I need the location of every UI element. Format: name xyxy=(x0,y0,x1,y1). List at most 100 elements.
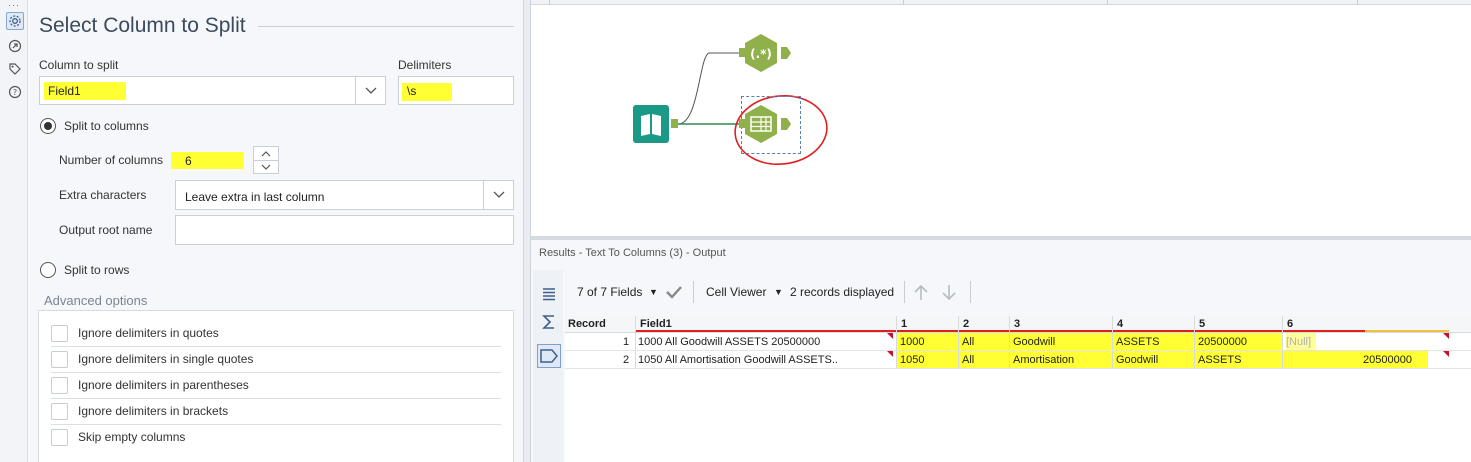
record-cell[interactable]: 1 xyxy=(623,333,629,350)
split-cell[interactable]: ASSETS xyxy=(1113,333,1194,350)
panel-splitter[interactable] xyxy=(523,0,531,462)
extra-characters-dropdown[interactable]: Leave extra in last column xyxy=(175,180,514,210)
regex-icon: (.*) xyxy=(739,34,791,72)
option-label: Ignore delimiters in brackets xyxy=(78,404,229,418)
text-to-columns-icon xyxy=(739,105,791,143)
number-of-columns-label: Number of columns xyxy=(59,153,164,167)
checkbox[interactable] xyxy=(51,429,68,446)
arrow-down-icon[interactable] xyxy=(941,284,957,301)
column-to-split-value: Field1 xyxy=(48,84,81,98)
ignore-single-quotes-option[interactable]: Ignore delimiters in single quotes xyxy=(51,349,501,373)
highlight-marker xyxy=(171,152,244,169)
checkmark-icon[interactable] xyxy=(665,285,683,299)
truncation-marker xyxy=(887,351,893,357)
skip-empty-columns-option[interactable]: Skip empty columns xyxy=(51,427,501,451)
split-cell[interactable]: All xyxy=(959,351,1009,368)
split-cell[interactable]: All xyxy=(959,333,1009,350)
results-toolbar: 7 of 7 Fields ▼ Cell Viewer ▼ 2 records … xyxy=(567,278,1467,306)
book-icon xyxy=(633,105,678,143)
gear-icon[interactable] xyxy=(6,12,24,30)
more-dots-icon[interactable]: ··· xyxy=(8,0,20,10)
split-cell[interactable]: Amortisation xyxy=(1010,351,1112,368)
checkbox[interactable] xyxy=(51,325,68,342)
caret-down-icon[interactable]: ▼ xyxy=(774,287,783,297)
ignore-parentheses-option[interactable]: Ignore delimiters in parentheses xyxy=(51,375,501,399)
truncation-marker xyxy=(1443,333,1449,339)
column-to-split-label: Column to split xyxy=(39,58,119,72)
toolbar-divider xyxy=(904,281,905,303)
column-header[interactable]: 2 xyxy=(963,318,969,330)
config-icon-rail: ··· ? xyxy=(0,0,28,462)
ignore-brackets-option[interactable]: Ignore delimiters in brackets xyxy=(51,401,501,425)
arrow-up-icon[interactable] xyxy=(913,284,929,301)
sigma-icon[interactable] xyxy=(537,310,561,334)
column-to-split-dropdown[interactable]: Field1 xyxy=(39,76,386,105)
input-data-tool[interactable] xyxy=(633,105,681,146)
split-to-rows-radio[interactable] xyxy=(40,262,56,278)
option-label: Ignore delimiters in parentheses xyxy=(78,378,249,392)
checkbox[interactable] xyxy=(51,351,68,368)
caret-down-icon[interactable]: ▼ xyxy=(649,287,658,297)
cell-viewer-dropdown[interactable]: Cell Viewer xyxy=(706,285,766,299)
split-cell[interactable]: Goodwill xyxy=(1113,351,1194,368)
output-root-name-input[interactable] xyxy=(175,215,514,245)
delimiters-label: Delimiters xyxy=(398,58,452,72)
split-cell[interactable]: Goodwill xyxy=(1010,333,1112,350)
toolbar-divider xyxy=(693,281,694,303)
split-cell[interactable]: 1000 xyxy=(897,333,958,350)
split-cell[interactable]: 20500000 xyxy=(1283,351,1428,368)
split-to-rows-label: Split to rows xyxy=(64,263,130,277)
chevron-down-icon[interactable] xyxy=(483,181,513,209)
column-header[interactable]: 6 xyxy=(1287,318,1293,330)
workflow-canvas[interactable]: (.*) xyxy=(531,0,1471,236)
split-cell[interactable]: ASSETS xyxy=(1195,351,1282,368)
regex-tool[interactable]: (.*) xyxy=(739,33,795,76)
split-to-columns-radio[interactable] xyxy=(40,118,56,134)
advanced-options-panel: Ignore delimiters in quotes Ignore delim… xyxy=(38,310,514,462)
page-title: Select Column to Split xyxy=(39,14,246,37)
column-header[interactable]: 1 xyxy=(901,318,907,330)
option-label: Skip empty columns xyxy=(78,430,186,444)
field1-cell[interactable]: 1000 All Goodwill ASSETS 20500000 xyxy=(638,333,893,350)
chevron-up-icon[interactable] xyxy=(254,147,278,160)
number-of-columns-stepper[interactable] xyxy=(253,146,279,174)
chevron-down-icon[interactable] xyxy=(254,160,278,173)
split-cell[interactable]: 1050 xyxy=(897,351,958,368)
help-icon[interactable]: ? xyxy=(6,83,24,101)
results-grid: Record Field1 1 2 3 4 5 6 1 1000 All Goo… xyxy=(565,316,1471,462)
column-header[interactable]: Record xyxy=(568,318,606,330)
split-to-columns-label: Split to columns xyxy=(64,119,149,133)
output-arrow-icon[interactable] xyxy=(6,37,24,55)
null-cell[interactable]: [Null] xyxy=(1286,333,1316,350)
tag-icon[interactable] xyxy=(6,60,24,78)
results-title: Results - Text To Columns (3) - Output xyxy=(539,247,726,259)
number-of-columns-value[interactable]: 6 xyxy=(185,154,192,168)
toolbar-divider xyxy=(970,281,971,303)
annotation-underline xyxy=(1365,330,1449,332)
column-header[interactable]: Field1 xyxy=(640,318,672,330)
list-view-icon[interactable] xyxy=(537,282,561,306)
column-header[interactable]: 4 xyxy=(1117,318,1123,330)
field1-cell[interactable]: 1050 All Amortisation Goodwill ASSETS.. xyxy=(638,351,893,368)
table-row[interactable]: 1 1000 All Goodwill ASSETS 20500000 1000… xyxy=(565,333,1471,351)
split-cell[interactable]: 20500000 xyxy=(1195,333,1282,350)
annotation-underline xyxy=(635,330,1365,332)
delimiters-input[interactable]: \s xyxy=(398,76,514,105)
tag-shape-icon[interactable] xyxy=(537,344,561,368)
ignore-quotes-option[interactable]: Ignore delimiters in quotes xyxy=(51,323,501,347)
option-label: Ignore delimiters in single quotes xyxy=(78,352,254,366)
svg-text:(.*): (.*) xyxy=(750,47,772,61)
delimiters-value: \s xyxy=(407,84,417,98)
checkbox[interactable] xyxy=(51,377,68,394)
table-row[interactable]: 2 1050 All Amortisation Goodwill ASSETS.… xyxy=(565,351,1471,369)
record-cell[interactable]: 2 xyxy=(623,351,629,368)
column-header[interactable]: 5 xyxy=(1199,318,1205,330)
checkbox[interactable] xyxy=(51,403,68,420)
text-to-columns-tool[interactable] xyxy=(739,104,795,147)
fields-selector[interactable]: 7 of 7 Fields xyxy=(577,285,642,299)
title-divider xyxy=(258,26,514,27)
config-panel: Select Column to Split Column to split F… xyxy=(28,0,523,462)
chevron-down-icon[interactable] xyxy=(355,77,385,104)
column-header[interactable]: 3 xyxy=(1014,318,1020,330)
truncation-marker xyxy=(1443,351,1449,357)
